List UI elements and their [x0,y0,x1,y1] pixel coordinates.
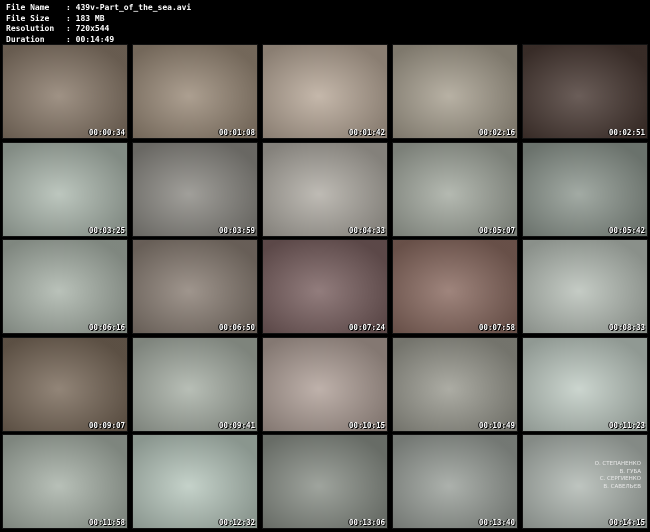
thumbnail-timestamp: 00:03:59 [218,225,255,235]
thumbnail-timestamp: 00:06:50 [218,323,255,332]
thumbnail-timestamp: 00:00:34 [88,128,125,137]
video-thumbnail[interactable]: 00:11:23 [522,336,648,432]
file-size-label: File Size [6,13,50,23]
credit-line: В. САВЕЛЬЄВ [603,483,641,490]
resolution-row: Resolution : 720x544 [6,24,191,35]
video-thumbnail[interactable]: 00:06:50 [132,239,258,334]
thumbnail-timestamp: 00:01:08 [218,128,255,137]
video-thumbnail[interactable]: 00:08:33 [522,239,648,334]
video-thumbnail[interactable]: 00:14:15 О. СТЕПАНЕНКО В. ГУБА С. СЕРГИЕНКО… [522,434,648,529]
video-thumbnail[interactable]: 00:04:33 [262,141,388,237]
credit-line: В. ГУБА [619,468,641,475]
thumbnail-timestamp: 00:09:07 [88,420,125,430]
video-thumbnail[interactable]: 00:09:07 [2,336,128,432]
resolution-label: Resolution [6,24,55,33]
video-thumbnail[interactable]: 00:10:15 [262,336,388,432]
thumbnail-timestamp: 00:12:32 [218,518,255,527]
thumbnail-timestamp: 00:14:15 [608,518,645,527]
thumbnail-timestamp: 00:11:58 [88,518,125,527]
file-name-label: File Name [6,3,50,12]
thumbnail-timestamp: 00:10:49 [478,420,515,430]
file-name-row: File Name : 439v-Part_of_the_sea.avi [6,3,191,14]
video-thumbnail[interactable]: 00:06:16 [2,239,128,334]
video-thumbnail[interactable]: 00:11:58 [2,434,128,529]
thumbnail-timestamp: 00:13:40 [478,518,515,527]
credit-line: О. СТЕПАНЕНКО [594,461,641,467]
video-thumbnail[interactable]: 00:00:34 [2,44,128,139]
thumbnail-timestamp: 00:05:07 [478,225,515,235]
file-name-value: : 439v-Part_of_the_sea.avi [66,3,192,12]
video-thumbnail[interactable]: 00:07:24 [262,239,388,334]
file-size-value: : 183 MB [66,13,105,23]
thumbnail-grid: 00:00:34 00:01:08 00:01:42 00:02:16 00:02:51… [0,43,650,532]
resolution-value: : 720x544 [66,24,110,33]
thumbnail-timestamp: 00:08:33 [608,323,645,332]
thumbnail-timestamp: 00:07:24 [348,323,385,332]
thumbnail-timestamp: 00:10:15 [348,420,385,430]
video-thumbnail[interactable]: 00:10:49 [392,336,518,432]
thumbnail-timestamp: 00:13:06 [348,518,385,527]
video-thumbnail[interactable]: 00:05:07 [392,141,518,237]
video-thumbnail[interactable]: 00:01:42 [262,44,388,139]
video-thumbnail[interactable]: 00:12:32 [132,434,258,529]
thumbnail-timestamp: 00:07:58 [478,323,515,332]
thumbnail-timestamp: 00:02:16 [478,128,515,137]
file-info-header: File Name : 439v-Part_of_the_sea.avi Fil… [6,3,191,45]
thumbnail-timestamp: 00:01:42 [348,128,385,137]
thumbnail-timestamp: 00:05:42 [608,225,645,235]
thumbnail-timestamp: 00:04:33 [348,225,385,235]
thumbnail-timestamp: 00:03:25 [88,225,125,235]
video-thumbnail[interactable]: 00:13:40 [392,434,518,529]
thumbnail-timestamp: 00:02:51 [608,128,645,137]
video-thumbnail[interactable]: 00:05:42 [522,141,648,237]
video-thumbnail[interactable]: 00:13:06 [262,434,388,529]
video-thumbnail[interactable]: 00:03:59 [132,141,258,237]
video-thumbnail[interactable]: 00:02:16 [392,44,518,139]
thumbnail-timestamp: 00:09:41 [218,420,255,430]
video-thumbnail[interactable]: 00:09:41 [132,336,258,432]
video-thumbnail[interactable]: 00:02:51 [522,44,648,139]
thumbnail-timestamp: 00:11:23 [608,420,645,430]
video-thumbnail[interactable]: 00:01:08 [132,44,258,139]
credit-line: С. СЕРГИЕНКО [599,476,641,482]
file-size-row: File Size : 183 MB [6,14,191,25]
video-thumbnail[interactable]: 00:07:58 [392,239,518,334]
video-thumbnail[interactable]: 00:03:25 [2,141,128,237]
thumbnail-timestamp: 00:06:16 [88,323,125,332]
credits-overlay: О. СТЕПАНЕНКО В. ГУБА С. СЕРГИЕНКО В. САВЕЛ… [595,461,641,491]
